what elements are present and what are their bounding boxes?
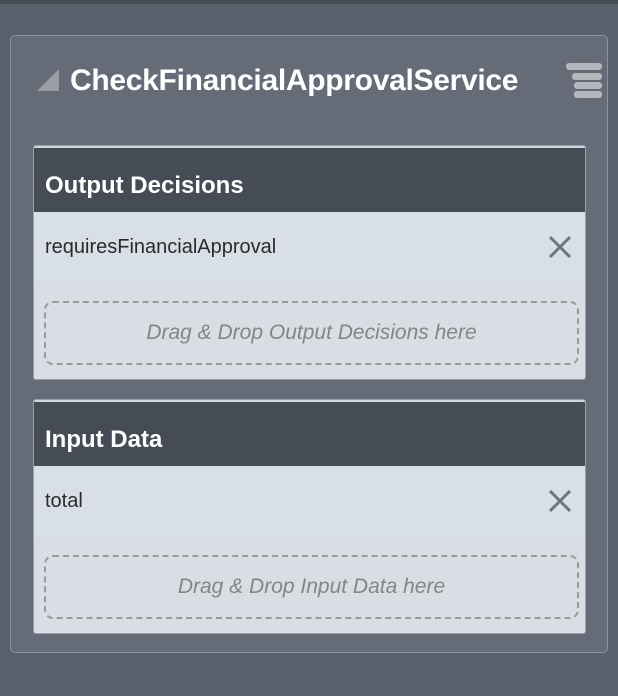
list-item: total bbox=[34, 466, 585, 539]
drop-zone-input-data[interactable]: Drag & Drop Input Data here bbox=[44, 555, 579, 619]
drop-area: Drag & Drop Output Decisions here bbox=[34, 285, 585, 379]
top-band bbox=[0, 0, 618, 4]
drop-zone-output-decisions[interactable]: Drag & Drop Output Decisions here bbox=[44, 301, 579, 365]
menu-icon[interactable] bbox=[566, 63, 602, 99]
item-label: total bbox=[45, 490, 83, 512]
section-title: Input Data bbox=[45, 426, 163, 453]
collapse-triangle-icon[interactable] bbox=[37, 69, 59, 91]
service-title: CheckFinancialApprovalService bbox=[70, 64, 519, 97]
remove-icon[interactable] bbox=[547, 488, 573, 514]
output-decisions-section: Output Decisions requiresFinancialApprov… bbox=[33, 145, 586, 380]
list-item: requiresFinancialApproval bbox=[34, 212, 585, 285]
menu-bar bbox=[574, 91, 602, 98]
remove-icon[interactable] bbox=[547, 234, 573, 260]
section-title: Output Decisions bbox=[45, 172, 244, 199]
menu-bar bbox=[572, 73, 602, 80]
item-label: requiresFinancialApproval bbox=[45, 236, 277, 258]
menu-bar bbox=[574, 82, 602, 89]
decision-service-card: CheckFinancialApprovalService Output Dec… bbox=[10, 35, 608, 653]
section-header: Input Data bbox=[34, 400, 585, 466]
section-header: Output Decisions bbox=[34, 146, 585, 212]
drop-area: Drag & Drop Input Data here bbox=[34, 539, 585, 633]
input-data-section: Input Data total Drag & Drop Input Data … bbox=[33, 399, 586, 634]
menu-bar bbox=[566, 63, 602, 70]
